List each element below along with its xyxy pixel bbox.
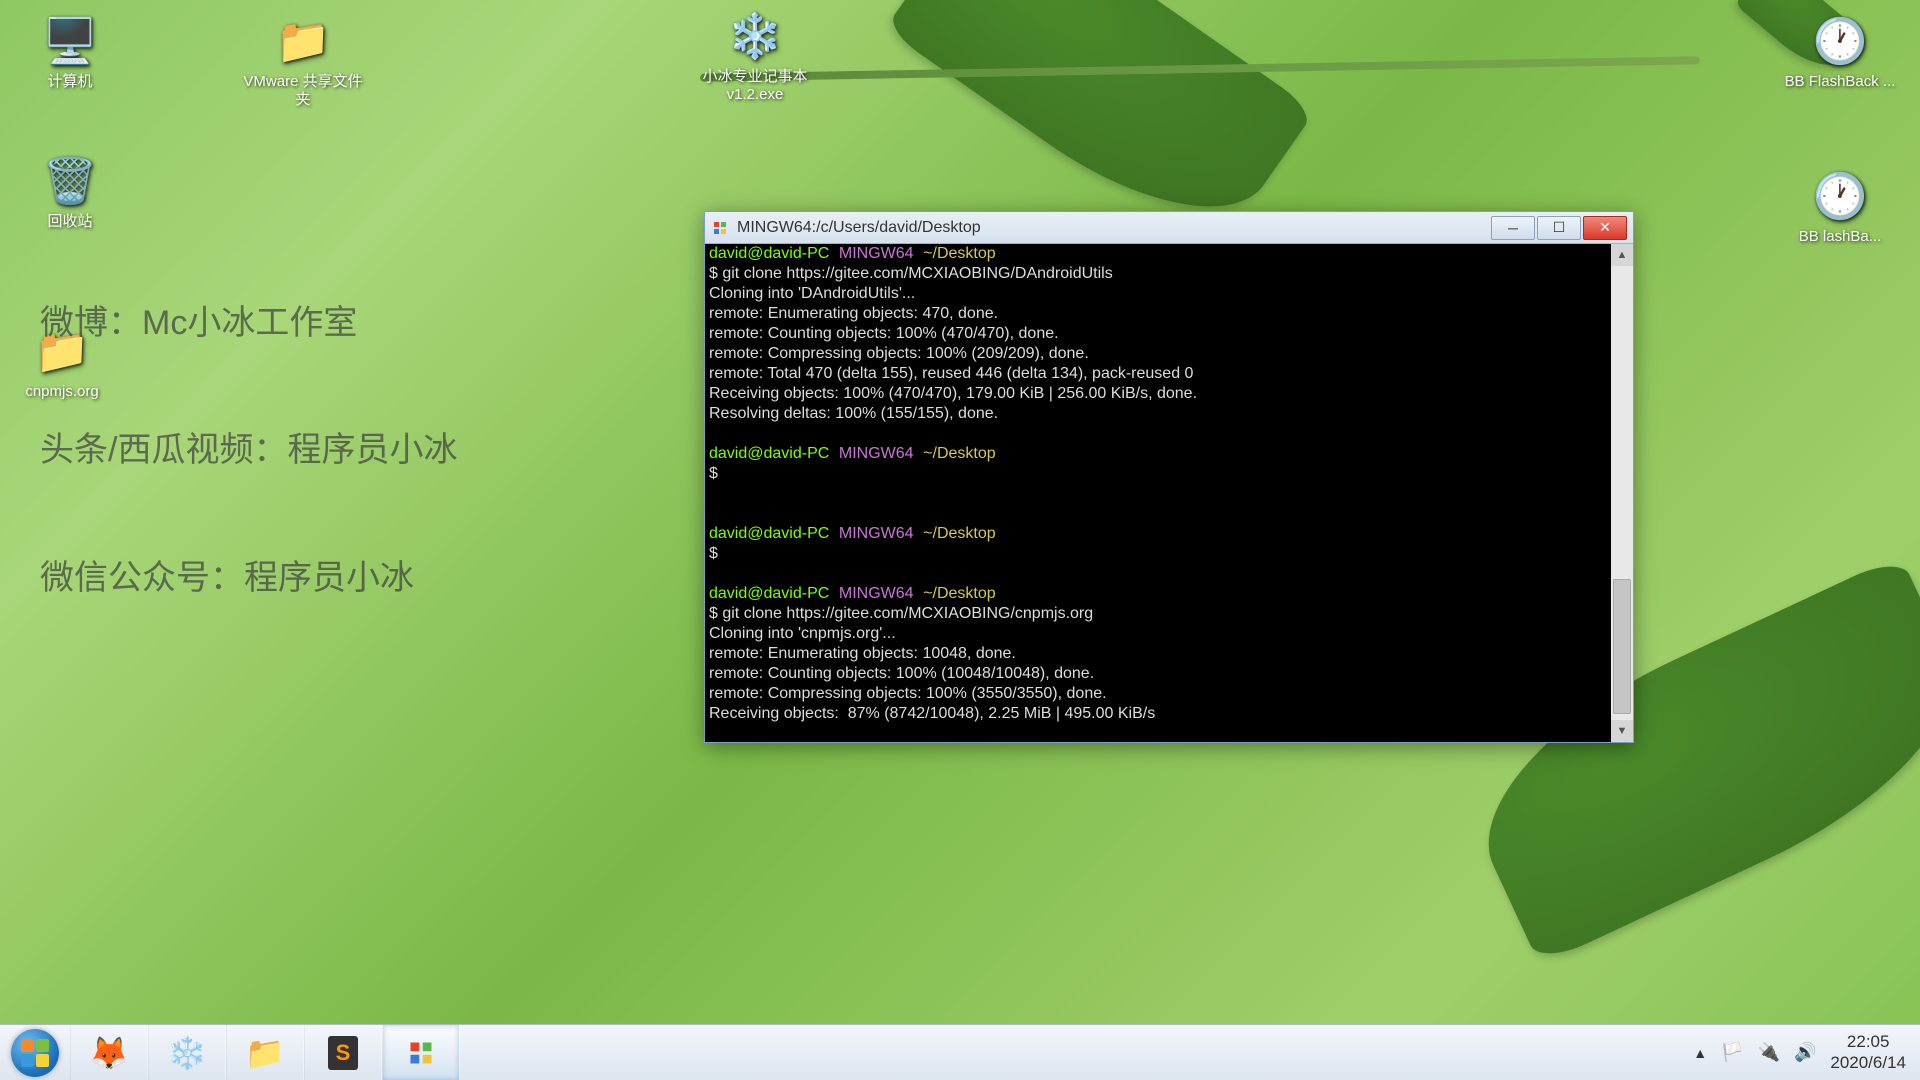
- titlebar[interactable]: MINGW64:/c/Users/david/Desktop ─ ☐ ✕: [705, 212, 1633, 244]
- watermark-toutiao: 头条/西瓜视频：程序员小冰: [40, 422, 457, 471]
- folder-shortcut-icon: 📁: [238, 15, 368, 67]
- windows-logo-icon: [11, 1029, 59, 1077]
- terminal-window[interactable]: MINGW64:/c/Users/david/Desktop ─ ☐ ✕ dav…: [704, 211, 1634, 743]
- taskbar[interactable]: 🦊 ❄️ 📁 S ▲ 🏳️ 🔌 🔊 22:05 2020/6/14: [0, 1024, 1920, 1080]
- monitor-icon: 🖥️: [20, 15, 120, 67]
- window-controls: ─ ☐ ✕: [1491, 216, 1627, 240]
- gitbash-taskbar-icon[interactable]: [382, 1025, 460, 1080]
- trash-icon: 🗑️: [20, 155, 120, 207]
- taskbar-items: 🦊 ❄️ 📁 S: [70, 1025, 460, 1080]
- clock-time: 22:05: [1830, 1032, 1906, 1052]
- git-bash-icon: [711, 219, 729, 237]
- window-title: MINGW64:/c/Users/david/Desktop: [737, 219, 1491, 237]
- computer-icon[interactable]: 🖥️ 计算机: [20, 15, 120, 91]
- scrollbar[interactable]: ▲ ▼: [1611, 244, 1633, 742]
- vmware-folder-icon[interactable]: 📁 VMware 共享文件夹: [238, 15, 368, 109]
- tray-expand-icon[interactable]: ▲: [1693, 1045, 1707, 1061]
- clock[interactable]: 22:05 2020/6/14: [1830, 1032, 1906, 1073]
- bb-flashback-rec-icon[interactable]: 🕐 BB lashBa...: [1780, 170, 1900, 246]
- clock-date: 2020/6/14: [1830, 1053, 1906, 1073]
- bb-flashback-icon[interactable]: 🕐 BB FlashBack ...: [1780, 15, 1900, 91]
- maximize-button[interactable]: ☐: [1537, 216, 1581, 240]
- explorer-taskbar-icon[interactable]: 📁: [226, 1025, 304, 1080]
- terminal-content[interactable]: david@david-PC MINGW64 ~/Desktop $ git c…: [709, 244, 1609, 742]
- firefox-taskbar-icon[interactable]: 🦊: [70, 1025, 148, 1080]
- start-button[interactable]: [0, 1025, 70, 1080]
- app-taskbar-icon[interactable]: ❄️: [148, 1025, 226, 1080]
- sublime-taskbar-icon[interactable]: S: [304, 1025, 382, 1080]
- scroll-down-button[interactable]: ▼: [1611, 720, 1633, 742]
- close-button[interactable]: ✕: [1583, 216, 1627, 240]
- recycle-bin-icon[interactable]: 🗑️ 回收站: [20, 155, 120, 231]
- app-icon: ❄️: [680, 10, 830, 62]
- clock-rec-icon: 🕐: [1780, 170, 1900, 222]
- watermark-weibo: 微博：Mc小冰工作室: [40, 295, 357, 344]
- watermark-wechat: 微信公众号：程序员小冰: [40, 550, 414, 599]
- notepad-exe-icon[interactable]: ❄️ 小冰专业记事本 v1.2.exe: [680, 10, 830, 104]
- flag-icon[interactable]: 🏳️: [1721, 1042, 1743, 1063]
- desktop[interactable]: 🖥️ 计算机 🗑️ 回收站 📁 cnpmjs.org 📁 VMware 共享文件…: [0, 0, 1920, 1080]
- scroll-up-button[interactable]: ▲: [1611, 244, 1633, 266]
- network-icon[interactable]: 🔌: [1758, 1042, 1780, 1063]
- volume-icon[interactable]: 🔊: [1794, 1042, 1816, 1063]
- minimize-button[interactable]: ─: [1491, 216, 1535, 240]
- scroll-thumb[interactable]: [1613, 579, 1631, 714]
- terminal-body[interactable]: david@david-PC MINGW64 ~/Desktop $ git c…: [705, 244, 1633, 742]
- system-tray: ▲ 🏳️ 🔌 🔊 22:05 2020/6/14: [1693, 1032, 1920, 1073]
- clock-app-icon: 🕐: [1780, 15, 1900, 67]
